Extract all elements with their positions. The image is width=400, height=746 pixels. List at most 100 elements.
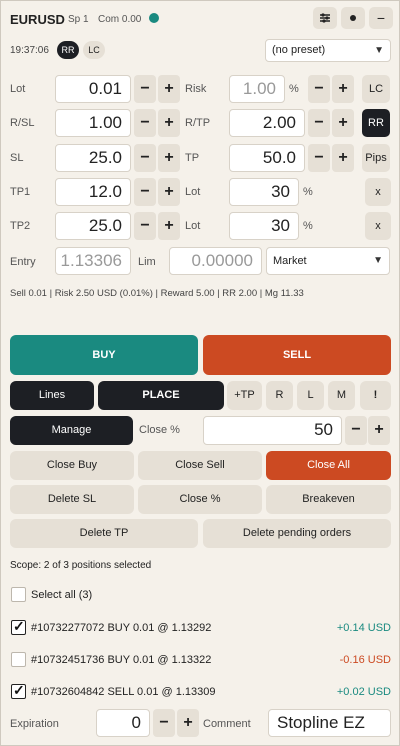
manage-button[interactable]: Manage: [10, 416, 133, 445]
close-sell-button[interactable]: Close Sell: [138, 451, 262, 480]
order-type-select[interactable]: Market ▼: [266, 247, 390, 275]
rtp-decrement-button[interactable]: −: [308, 109, 330, 137]
preset-value: (no preset): [272, 44, 326, 56]
sl-decrement-button[interactable]: −: [134, 144, 156, 172]
close-percent-button[interactable]: Close %: [138, 485, 262, 514]
sell-button[interactable]: SELL: [203, 335, 391, 375]
close-percent-decrement-button[interactable]: −: [345, 416, 367, 445]
record-dot-icon[interactable]: [341, 7, 365, 29]
position-pnl: -0.16 USD: [339, 654, 391, 666]
minimize-icon[interactable]: −: [369, 7, 393, 29]
lim-label: Lim: [138, 256, 156, 268]
delete-pending-orders-button[interactable]: Delete pending orders: [203, 519, 391, 548]
position-checkbox[interactable]: [11, 682, 26, 699]
lot-decrement-button[interactable]: −: [134, 75, 156, 103]
position-pnl: +0.02 USD: [336, 686, 391, 698]
tp2-clear-button[interactable]: x: [365, 212, 391, 240]
comment-input[interactable]: Stopline EZ: [268, 709, 391, 737]
select-all-checkbox[interactable]: [11, 587, 26, 602]
tp1-lot-label: Lot: [185, 186, 201, 198]
commission-label: Com 0.00: [98, 14, 142, 25]
l-button[interactable]: L: [297, 381, 324, 410]
alert-button[interactable]: !: [360, 381, 391, 410]
preset-select[interactable]: (no preset) ▼: [265, 39, 391, 62]
mode-lc-toggle[interactable]: LC: [83, 41, 105, 59]
settings-sliders-icon[interactable]: [313, 7, 337, 29]
entry-input[interactable]: 1.13306: [55, 247, 131, 275]
close-buy-button[interactable]: Close Buy: [10, 451, 134, 480]
rr-button[interactable]: RR: [362, 109, 390, 137]
place-button[interactable]: PLACE: [98, 381, 224, 410]
breakeven-button[interactable]: Breakeven: [266, 485, 391, 514]
select-all-label: Select all (3): [31, 589, 93, 601]
m-button[interactable]: M: [328, 381, 355, 410]
buy-button[interactable]: BUY: [10, 335, 198, 375]
clock-time: 19:37:06: [10, 45, 49, 56]
risk-increment-button[interactable]: +: [332, 75, 354, 103]
tp1-clear-button[interactable]: x: [365, 178, 391, 206]
rsl-increment-button[interactable]: +: [158, 109, 180, 137]
pips-button[interactable]: Pips: [362, 144, 390, 172]
tp1-lot-unit: %: [303, 186, 313, 198]
expiration-input[interactable]: 0: [96, 709, 150, 737]
lc-button[interactable]: LC: [362, 75, 390, 103]
lines-button[interactable]: Lines: [10, 381, 94, 410]
position-pnl: +0.14 USD: [336, 622, 391, 634]
tp2-lot-unit: %: [303, 220, 313, 232]
sl-input[interactable]: 25.0: [55, 144, 131, 172]
sl-increment-button[interactable]: +: [158, 144, 180, 172]
expiration-label: Expiration: [10, 718, 59, 730]
close-percent-input[interactable]: 50: [203, 416, 342, 445]
risk-label: Risk: [185, 83, 207, 95]
sl-label: SL: [10, 152, 24, 164]
position-row[interactable]: #10732451736 BUY 0.01 @ 1.13322 -0.16 US…: [1, 646, 400, 674]
position-row[interactable]: #10732277072 BUY 0.01 @ 1.13292 +0.14 US…: [1, 613, 400, 641]
lot-input[interactable]: 0.01: [55, 75, 131, 103]
spread-label: Sp 1: [68, 14, 89, 25]
chevron-down-icon: ▼: [374, 45, 384, 56]
tp1-increment-button[interactable]: +: [158, 178, 180, 206]
position-text: #10732277072 BUY 0.01 @ 1.13292: [31, 622, 212, 634]
tp1-input[interactable]: 12.0: [55, 178, 131, 206]
position-checkbox[interactable]: [11, 652, 26, 667]
tp2-decrement-button[interactable]: −: [134, 212, 156, 240]
entry-label: Entry: [10, 256, 36, 268]
close-percent-increment-button[interactable]: +: [368, 416, 390, 445]
expiration-increment-button[interactable]: +: [177, 709, 199, 737]
tp2-lot-label: Lot: [185, 220, 201, 232]
risk-decrement-button[interactable]: −: [308, 75, 330, 103]
rsl-decrement-button[interactable]: −: [134, 109, 156, 137]
tp2-increment-button[interactable]: +: [158, 212, 180, 240]
tp1-lot-input[interactable]: 30: [229, 178, 299, 206]
rsl-label: R/SL: [10, 117, 35, 129]
tp1-label: TP1: [10, 186, 31, 198]
rsl-input[interactable]: 1.00: [55, 109, 131, 137]
tp2-lot-input[interactable]: 30: [229, 212, 299, 240]
position-text: #10732604842 SELL 0.01 @ 1.13309: [31, 686, 216, 698]
expiration-decrement-button[interactable]: −: [153, 709, 175, 737]
position-text: #10732451736 BUY 0.01 @ 1.13322: [31, 654, 212, 666]
delete-tp-button[interactable]: Delete TP: [10, 519, 198, 548]
delete-sl-button[interactable]: Delete SL: [10, 485, 134, 514]
add-tp-button[interactable]: +TP: [227, 381, 262, 410]
position-checkbox[interactable]: [11, 618, 26, 635]
status-dot-icon: [149, 13, 159, 23]
limit-price-input[interactable]: 0.00000: [169, 247, 262, 275]
position-row[interactable]: #10732604842 SELL 0.01 @ 1.13309 +0.02 U…: [1, 679, 400, 707]
lot-label: Lot: [10, 83, 26, 95]
tp-decrement-button[interactable]: −: [308, 144, 330, 172]
tp2-input[interactable]: 25.0: [55, 212, 131, 240]
rtp-increment-button[interactable]: +: [332, 109, 354, 137]
risk-unit: %: [289, 83, 299, 95]
scope-text: Scope: 2 of 3 positions selected: [10, 560, 152, 571]
tp1-decrement-button[interactable]: −: [134, 178, 156, 206]
lot-increment-button[interactable]: +: [158, 75, 180, 103]
mode-rr-toggle[interactable]: RR: [57, 41, 79, 59]
r-button[interactable]: R: [266, 381, 293, 410]
tp-increment-button[interactable]: +: [332, 144, 354, 172]
tp-input[interactable]: 50.0: [229, 144, 305, 172]
risk-input[interactable]: 1.00: [229, 75, 285, 103]
close-all-button[interactable]: Close All: [266, 451, 391, 480]
order-type-value: Market: [273, 255, 307, 267]
rtp-input[interactable]: 2.00: [229, 109, 305, 137]
